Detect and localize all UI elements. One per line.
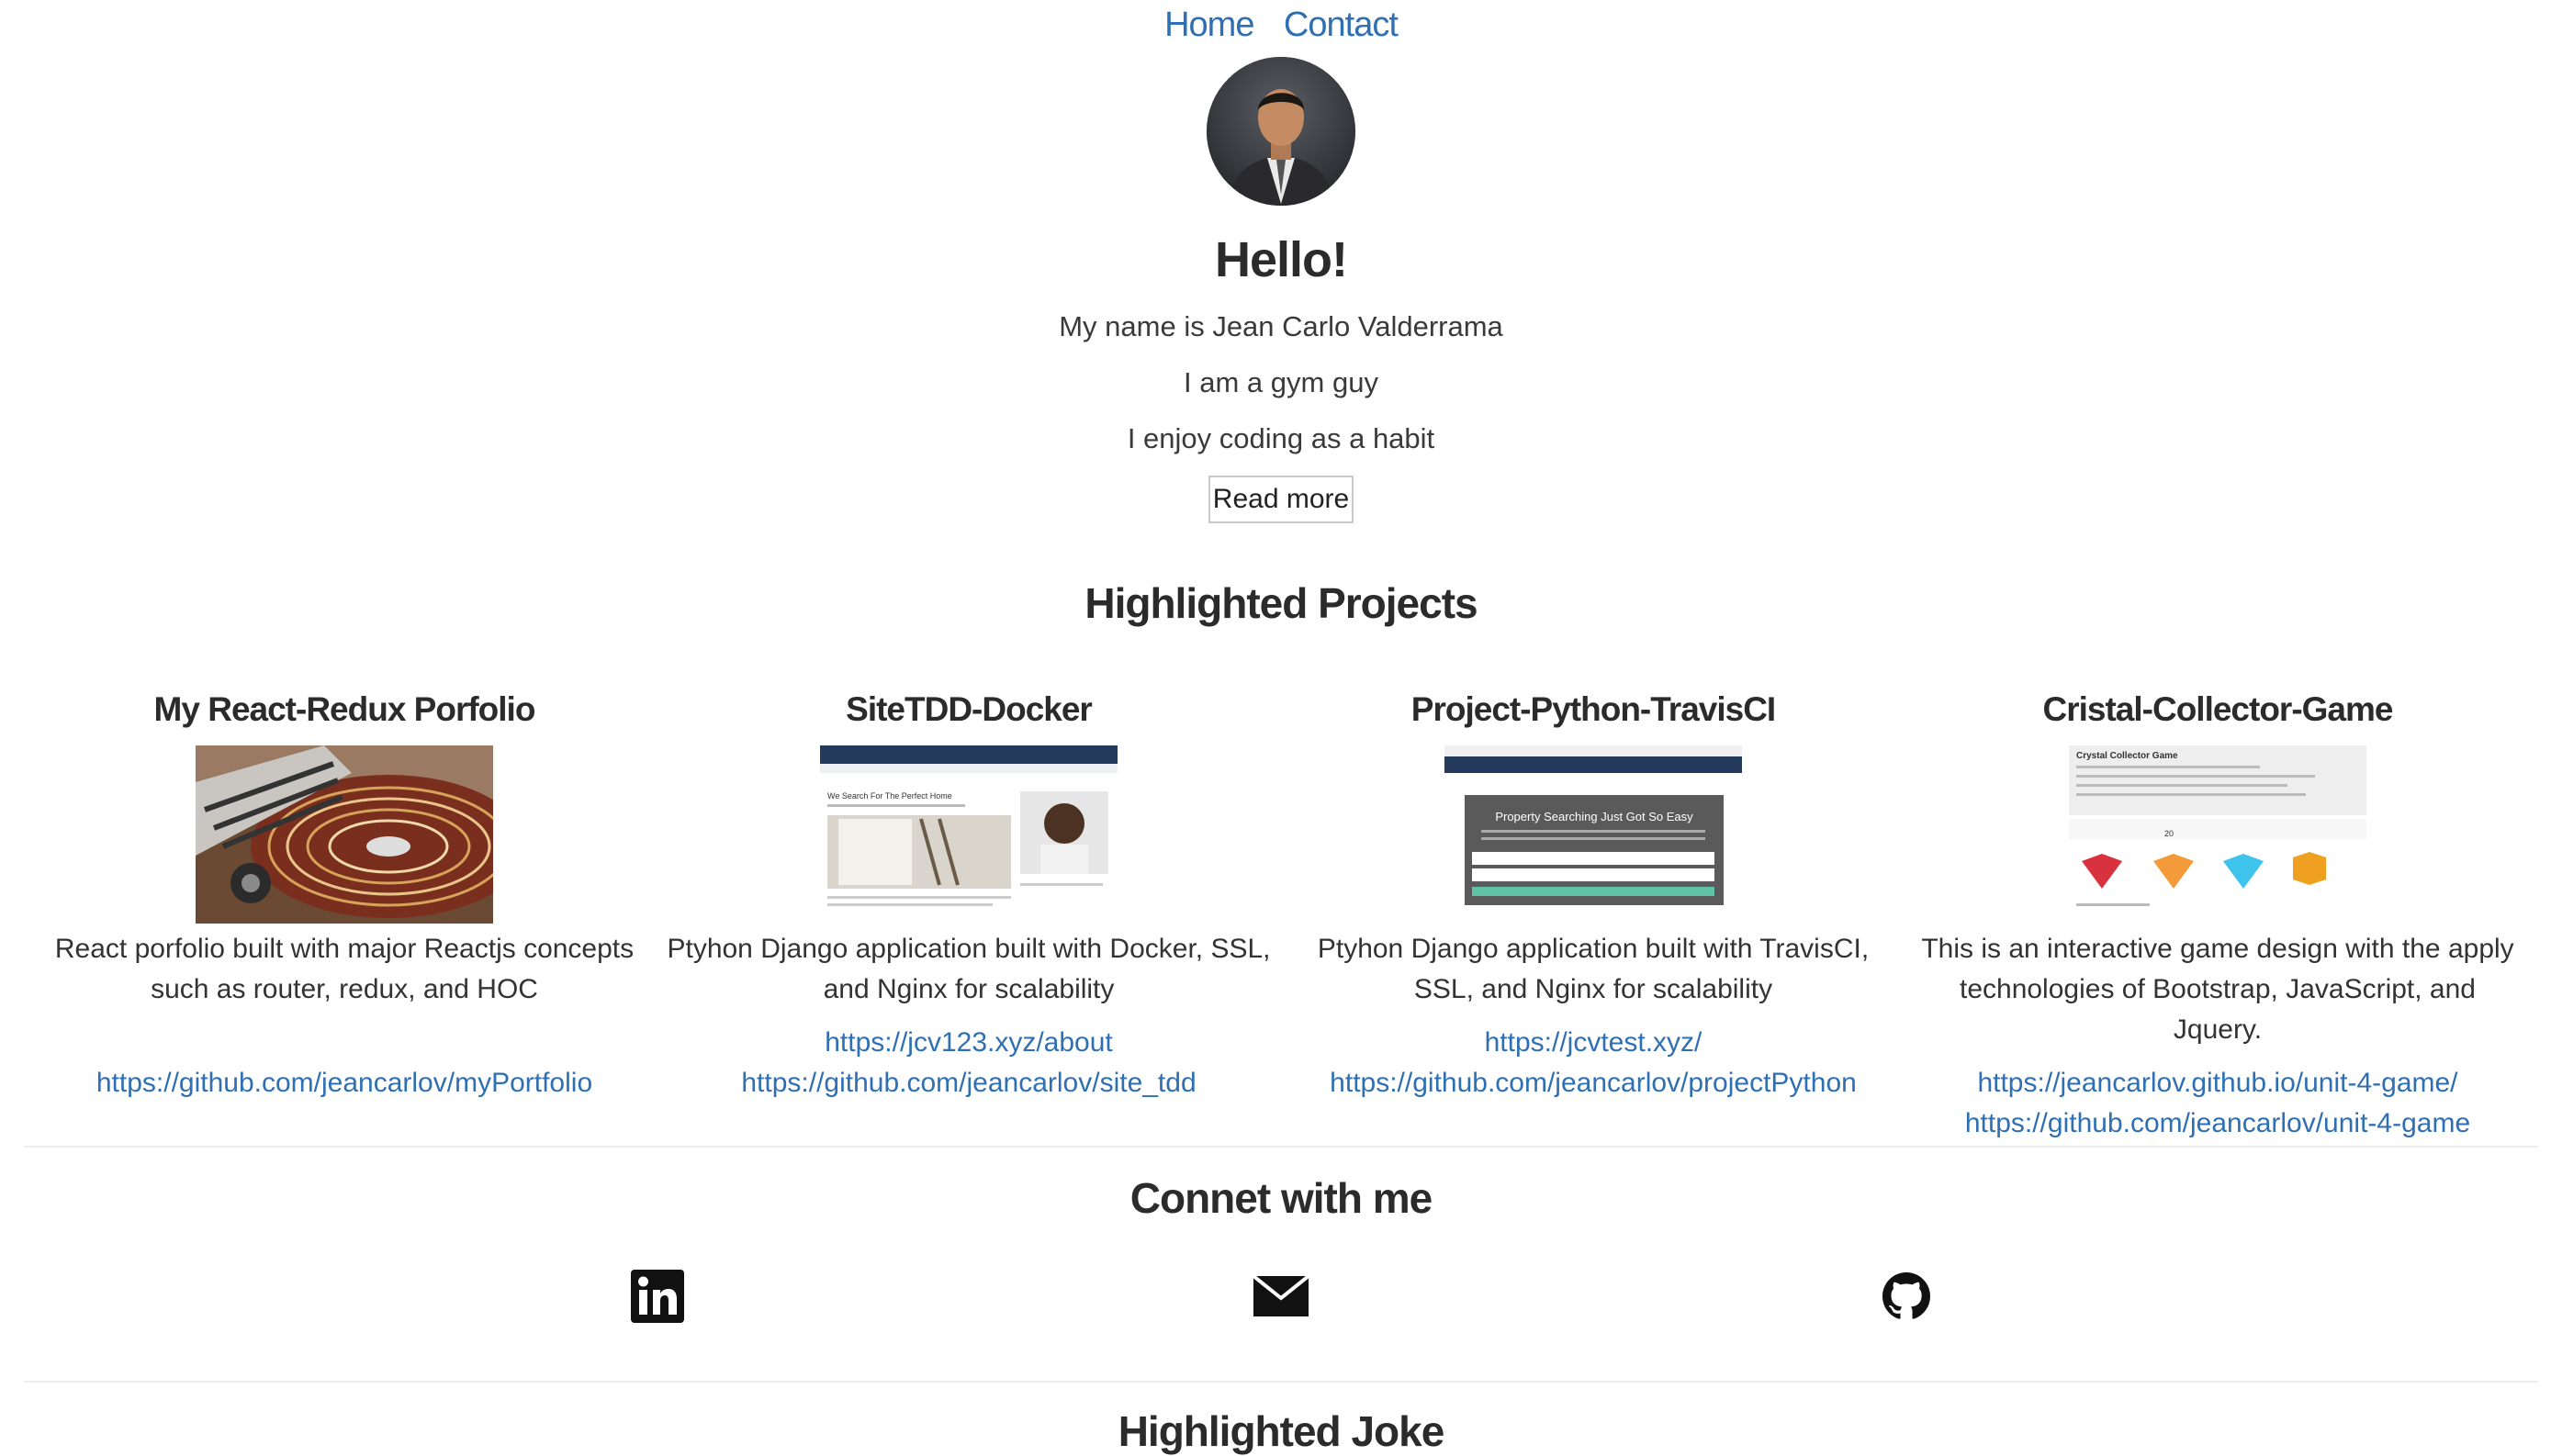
- project-description: Ptyhon Django application built with Doc…: [667, 934, 1271, 1004]
- avatar: [1207, 57, 1355, 206]
- hero-name-line: My name is Jean Carlo Valderrama: [1059, 310, 1503, 342]
- project-card: Cristal-Collector-Game Crystal Collector…: [1915, 687, 2521, 1144]
- profile-photo: [1207, 57, 1355, 206]
- project-repo-link[interactable]: https://github.com/jeancarlov/unit-4-gam…: [1915, 1103, 2521, 1144]
- nav-home-link[interactable]: Home: [1164, 2, 1254, 48]
- project-demo-link[interactable]: [41, 1023, 647, 1063]
- turntable-image: [196, 745, 493, 924]
- travis-project-screenshot: Property Searching Just Got So Easy: [1444, 745, 1742, 924]
- thumb-heading: We Search For The Perfect Home: [827, 791, 952, 801]
- project-title: SiteTDD-Docker: [846, 690, 1093, 728]
- mail-icon[interactable]: [1253, 1269, 1309, 1324]
- project-title: My React-Redux Porfolio: [153, 690, 536, 728]
- project-demo-link[interactable]: https://jcv123.xyz/about: [666, 1023, 1272, 1063]
- projects-section-title: Highlighted Projects: [1084, 579, 1478, 627]
- project-thumbnail[interactable]: Property Searching Just Got So Easy: [1444, 745, 1742, 924]
- project-description: This is an interactive game design with …: [1921, 934, 2514, 1045]
- read-more-button[interactable]: Read more: [1208, 476, 1354, 523]
- site-tdd-screenshot: We Search For The Perfect Home: [820, 745, 1118, 924]
- project-thumbnail[interactable]: [196, 745, 493, 924]
- hero-gym-line: I am a gym guy: [1184, 366, 1378, 398]
- thumb-heading: Crystal Collector Game: [2076, 751, 2178, 761]
- section-divider: [24, 1146, 2538, 1148]
- project-description: React porfolio built with major Reactjs …: [54, 934, 635, 1004]
- crystal-game-screenshot: Crystal Collector Game 20: [2069, 745, 2366, 924]
- project-demo-link[interactable]: https://jeancarlov.github.io/unit-4-game…: [1915, 1063, 2521, 1103]
- nav-contact-link[interactable]: Contact: [1284, 2, 1399, 48]
- hero-coding-line: I enjoy coding as a habit: [1127, 422, 1435, 454]
- project-demo-link[interactable]: https://jcvtest.xyz/: [1290, 1023, 1896, 1063]
- project-thumbnail[interactable]: We Search For The Perfect Home: [820, 745, 1118, 924]
- top-nav: Home Contact: [0, 0, 2562, 51]
- project-card: My React-Redux Porfolio React porfolio b…: [41, 687, 647, 1103]
- project-description: Ptyhon Django application built with Tra…: [1317, 934, 1870, 1004]
- project-repo-link[interactable]: https://github.com/jeancarlov/myPortfoli…: [41, 1063, 647, 1103]
- project-card: SiteTDD-Docker We Search For The Perfect…: [666, 687, 1272, 1103]
- project-repo-link[interactable]: https://github.com/jeancarlov/projectPyt…: [1290, 1063, 1896, 1103]
- project-title: Project-Python-TravisCI: [1410, 690, 1776, 728]
- project-card: Project-Python-TravisCI Property Searchi…: [1290, 687, 1896, 1103]
- project-repo-link[interactable]: https://github.com/jeancarlov/site_tdd: [666, 1063, 1272, 1103]
- connect-section-title: Connet with me: [1129, 1174, 1433, 1222]
- hero-title: Hello!: [1214, 232, 1348, 287]
- project-title: Cristal-Collector-Game: [2042, 690, 2394, 728]
- joke-section-title: Highlighted Joke: [1118, 1407, 1445, 1455]
- project-thumbnail[interactable]: Crystal Collector Game 20: [2069, 745, 2366, 924]
- github-icon[interactable]: [1879, 1269, 1934, 1324]
- thumb-value: 20: [2164, 829, 2174, 838]
- linkedin-icon[interactable]: [630, 1269, 685, 1324]
- thumb-heading: Property Searching Just Got So Easy: [1495, 810, 1693, 823]
- section-divider: [24, 1381, 2538, 1383]
